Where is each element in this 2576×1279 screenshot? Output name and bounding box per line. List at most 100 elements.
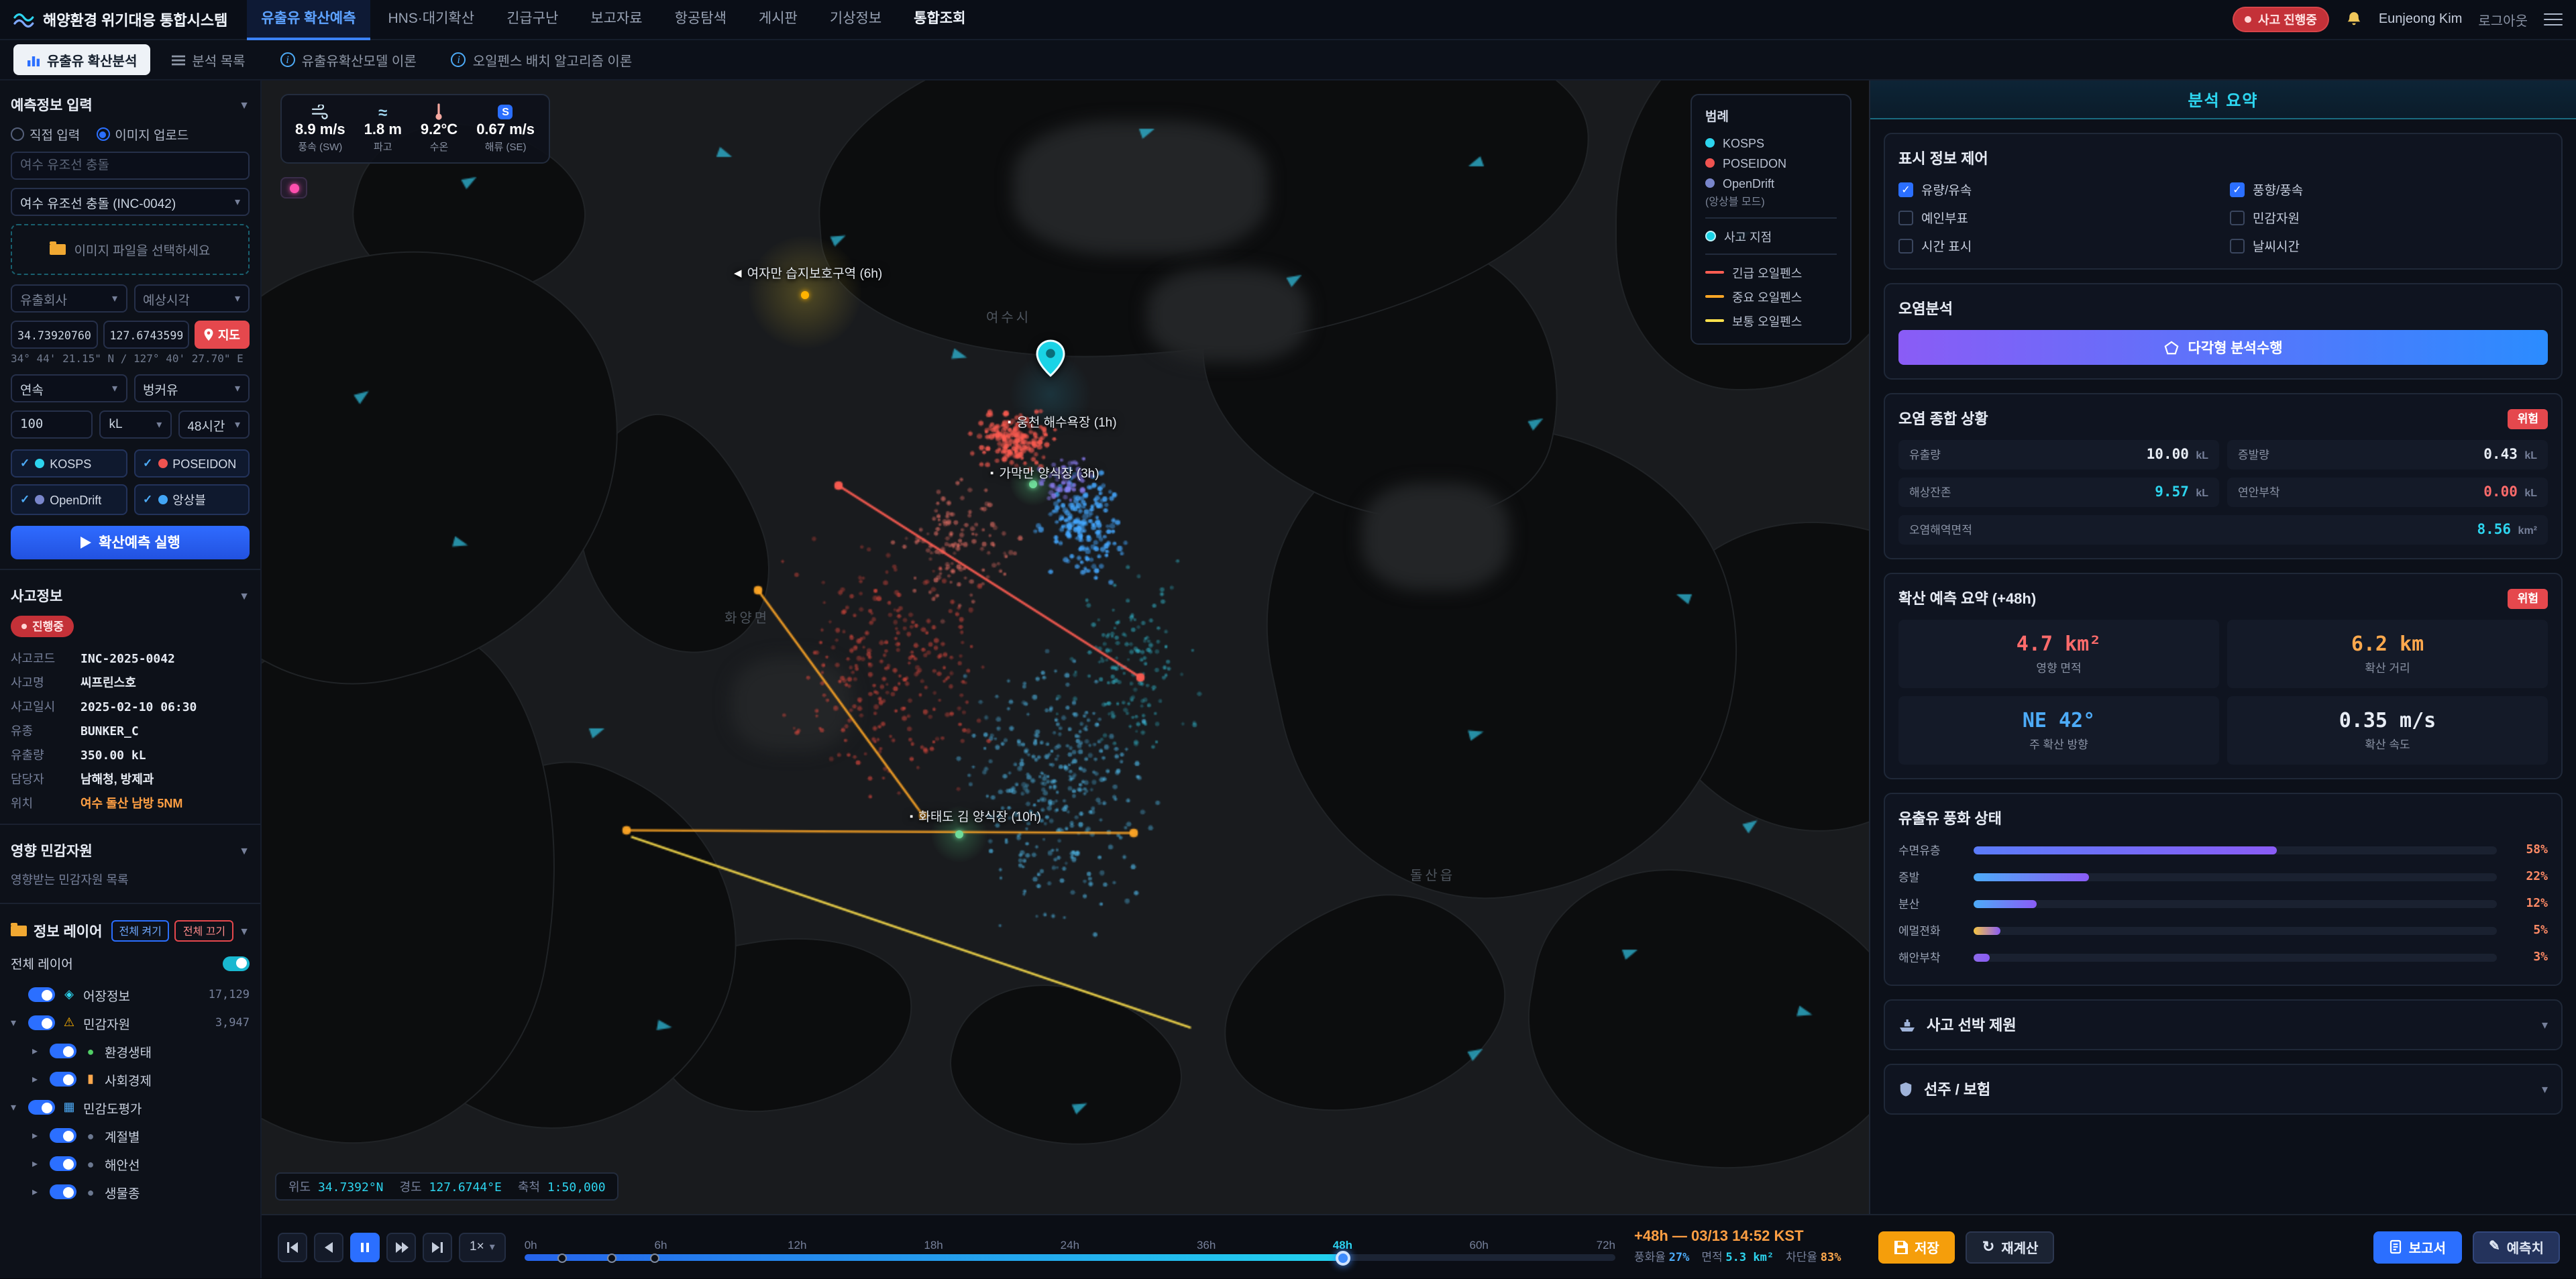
layer-row[interactable]: ▸●환경생태 (11, 1037, 250, 1065)
nav-item[interactable]: 게시판 (744, 0, 812, 40)
layer-row[interactable]: ▸●생물종 (11, 1178, 250, 1206)
spill-amount-input[interactable] (11, 410, 93, 439)
nav-item[interactable]: HNS·대기확산 (373, 0, 489, 40)
layers-all-on-button[interactable]: 전체 켜기 (111, 920, 169, 942)
radio-image-upload[interactable]: 이미지 업로드 (96, 125, 189, 144)
expand-icon[interactable]: ▸ (32, 1045, 43, 1057)
timeline-marker[interactable] (607, 1253, 616, 1262)
expand-icon[interactable]: ▾ (11, 1017, 21, 1029)
tab-list[interactable]: 분석 목록 (158, 44, 258, 75)
timeline-tick[interactable]: 60h (1470, 1238, 1489, 1252)
layers-all-off-button[interactable]: 전체 끄기 (175, 920, 233, 942)
expected-time-select[interactable]: 예상시각▾ (133, 284, 250, 313)
timeline-marker[interactable] (651, 1253, 660, 1262)
expand-icon[interactable]: ▸ (32, 1158, 43, 1170)
checkbox[interactable] (2230, 210, 2245, 225)
tab-info[interactable]: i오일펜스 배치 알고리즘 이론 (438, 44, 646, 75)
display-option[interactable]: ✓풍향/풍속 (2230, 180, 2548, 199)
layer-toggle[interactable] (50, 1072, 76, 1087)
latitude-input[interactable] (11, 321, 97, 349)
timeline-tick[interactable]: 36h (1197, 1238, 1216, 1252)
checkbox[interactable] (2230, 238, 2245, 253)
checkbox[interactable] (1898, 210, 1913, 225)
layer-toggle[interactable] (28, 1100, 55, 1115)
layer-row[interactable]: ◈어장정보17,129 (11, 981, 250, 1009)
tab-chart[interactable]: 유출유 확산분석 (13, 44, 150, 75)
forecast-edit-button[interactable]: ✎예측치 (2473, 1231, 2560, 1263)
user-name[interactable]: Eunjeong Kim (2379, 12, 2463, 27)
layer-row[interactable]: ▸●해안선 (11, 1150, 250, 1178)
layer-toggle[interactable] (50, 1184, 76, 1199)
expand-icon[interactable]: ▸ (32, 1129, 43, 1142)
unit-select[interactable]: kL▾ (100, 410, 172, 439)
map-area[interactable]: 여수시화양면돌산읍◀여자만 습지보호구역 (6h)▪웅천 해수욕장 (1h)▪가… (262, 80, 1869, 1214)
layer-toggle[interactable] (50, 1128, 76, 1143)
expand-icon[interactable]: ▾ (11, 1101, 21, 1113)
model-checkbox-앙상블[interactable]: ✓앙상블 (133, 484, 250, 515)
layer-row[interactable]: ▸●계절별 (11, 1121, 250, 1150)
timeline-tick[interactable]: 18h (924, 1238, 943, 1252)
timeline-tick[interactable]: 48h (1333, 1238, 1352, 1252)
collapsible-section-shield[interactable]: 선주 / 보험▾ (1884, 1064, 2563, 1115)
radio-direct-input[interactable]: 직접 입력 (11, 125, 80, 144)
nav-item[interactable]: 통합조회 (899, 0, 980, 40)
spill-company-select[interactable]: 유출회사▾ (11, 284, 127, 313)
incident-search-input[interactable] (11, 152, 250, 180)
report-button[interactable]: 보고서 (2374, 1231, 2462, 1263)
timeline-tick[interactable]: 72h (1597, 1238, 1615, 1252)
collapse-icon[interactable]: ▼ (239, 590, 250, 602)
timeline-tick[interactable]: 24h (1061, 1238, 1079, 1252)
duration-select[interactable]: 48시간▾ (178, 410, 250, 439)
logout-link[interactable]: 로그아웃 (2478, 9, 2528, 30)
incident-select[interactable]: 여수 유조선 충돌 (INC-0042)▾ (11, 188, 250, 216)
collapse-icon[interactable]: ▼ (239, 845, 250, 857)
model-checkbox-kosps[interactable]: ✓KOSPS (11, 449, 127, 478)
layer-toggle[interactable] (28, 987, 55, 1002)
incident-section-header[interactable]: 사고정보 ▼ (11, 579, 250, 613)
display-option[interactable]: 시간 표시 (1898, 236, 2216, 255)
run-prediction-button[interactable]: 확산예측 실행 (11, 526, 250, 559)
checkbox[interactable]: ✓ (2230, 182, 2245, 197)
sensitive-section-header[interactable]: 영향 민감자원 ▼ (11, 834, 250, 868)
display-option[interactable]: 날씨시간 (2230, 236, 2548, 255)
expand-icon[interactable]: ▸ (32, 1186, 43, 1198)
fast-forward-button[interactable] (386, 1232, 416, 1262)
layer-row[interactable]: ▸▮사회경제 (11, 1065, 250, 1093)
display-option[interactable]: 예인부표 (1898, 208, 2216, 227)
timeline-track[interactable] (525, 1254, 1615, 1261)
incident-status-badge[interactable]: 사고 진행중 (2233, 7, 2329, 32)
incident-location-pin[interactable] (1036, 339, 1065, 381)
layers-section-header[interactable]: 정보 레이어 전체 켜기 전체 끄기 ▼ (11, 913, 250, 948)
display-option[interactable]: ✓유량/유속 (1898, 180, 2216, 199)
collapse-icon[interactable]: ▼ (239, 925, 250, 937)
nav-item[interactable]: 보고자료 (576, 0, 657, 40)
skip-end-button[interactable] (423, 1232, 452, 1262)
nav-item[interactable]: 긴급구난 (492, 0, 573, 40)
pause-button[interactable] (350, 1232, 380, 1262)
map-style-button[interactable] (280, 177, 307, 199)
checkbox[interactable] (1898, 238, 1913, 253)
timeline-handle[interactable] (1335, 1250, 1350, 1265)
checkbox[interactable]: ✓ (1898, 182, 1913, 197)
prediction-section-header[interactable]: 예측정보 입력 ▼ (11, 89, 250, 122)
layer-row[interactable]: ▾⚠민감자원3,947 (11, 1009, 250, 1037)
polygon-analysis-button[interactable]: 다각형 분석수행 (1898, 330, 2548, 365)
step-back-button[interactable] (314, 1232, 343, 1262)
timeline-marker[interactable] (558, 1253, 568, 1262)
tab-info[interactable]: i유출유확산모델 이론 (267, 44, 430, 75)
model-checkbox-opendrift[interactable]: ✓OpenDrift (11, 484, 127, 515)
oil-type-select[interactable]: 벙커유▾ (133, 374, 250, 402)
timeline-tick[interactable]: 12h (788, 1238, 806, 1252)
save-button[interactable]: 저장 (1878, 1231, 1955, 1263)
collapse-icon[interactable]: ▼ (239, 99, 250, 111)
skip-start-button[interactable] (278, 1232, 307, 1262)
longitude-input[interactable] (103, 321, 189, 349)
spill-mode-select[interactable]: 연속▾ (11, 374, 127, 402)
nav-item[interactable]: 유출유 확산예측 (246, 0, 370, 40)
expand-icon[interactable]: ▸ (32, 1073, 43, 1085)
layer-toggle[interactable] (28, 1015, 55, 1030)
timeline-tick[interactable]: 6h (655, 1238, 667, 1252)
notifications-bell-icon[interactable] (2345, 11, 2363, 28)
recalculate-button[interactable]: ↻재계산 (1966, 1231, 2055, 1263)
image-file-dropzone[interactable]: 이미지 파일을 선택하세요 (11, 224, 250, 275)
